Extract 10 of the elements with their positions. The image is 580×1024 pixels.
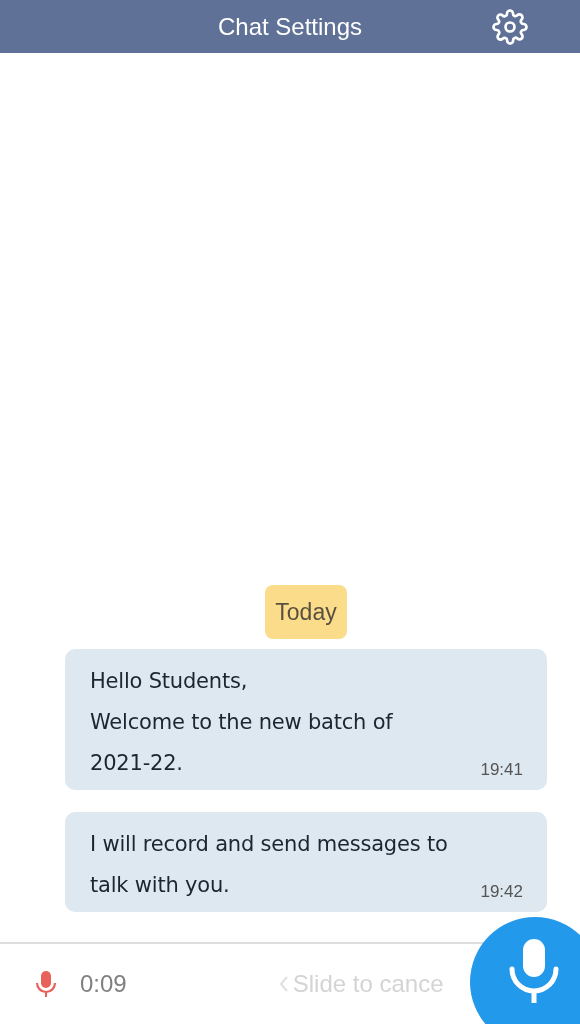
chevron-left-icon (278, 975, 289, 993)
window-title: Chat Settings (217, 12, 363, 41)
message-time: 19:42 (480, 882, 523, 902)
message-text: I will record and send messages to talk with you. (90, 831, 448, 899)
settings-button[interactable] (490, 8, 530, 46)
message-text: Hello Students, Welcome to the new batch of 2021-22. (90, 668, 393, 777)
recording-duration: 0:09 (80, 970, 127, 998)
date-chip: Today (265, 585, 347, 639)
message-time: 19:41 (480, 760, 523, 780)
settings-icon (492, 9, 528, 45)
